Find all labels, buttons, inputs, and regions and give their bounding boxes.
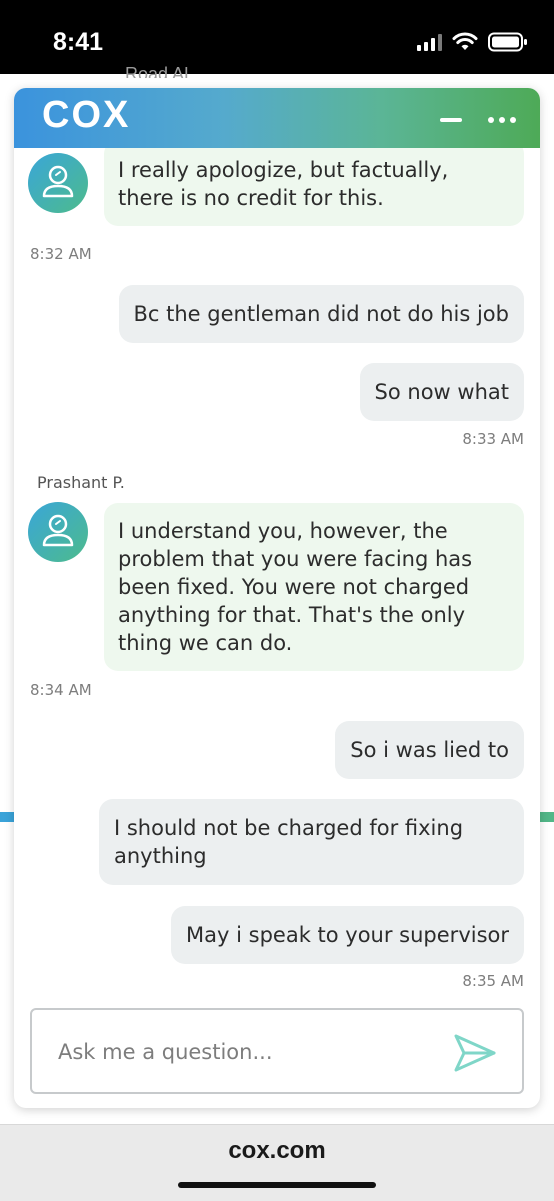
- browser-address-bar[interactable]: cox.com: [0, 1124, 554, 1201]
- wifi-icon: [452, 32, 478, 50]
- agent-name: Prashant P.: [37, 473, 125, 492]
- message-timestamp: 8:34 AM: [30, 681, 92, 699]
- status-bar: 8:41: [0, 0, 554, 74]
- send-icon[interactable]: [452, 1030, 498, 1076]
- message-timestamp: 8:35 AM: [462, 972, 524, 990]
- message-input[interactable]: [56, 1034, 440, 1070]
- chat-widget: COX I really apologize, but factually, t…: [14, 88, 540, 1108]
- agent-message: I understand you, however, the problem t…: [104, 503, 524, 671]
- minimize-button[interactable]: [438, 106, 466, 134]
- background-text: Road AL: [125, 64, 195, 78]
- more-dot-icon: [488, 117, 494, 123]
- cellular-signal-icon: [417, 33, 442, 51]
- cox-logo: COX: [42, 94, 131, 136]
- agent-avatar: [28, 502, 88, 562]
- user-message: I should not be charged for fixing anyth…: [99, 799, 524, 885]
- background-stripe-right: [540, 812, 554, 822]
- message-list[interactable]: I really apologize, but factually, there…: [14, 148, 540, 998]
- agent-avatar: [28, 153, 88, 213]
- user-message: Bc the gentleman did not do his job: [118, 285, 524, 343]
- message-timestamp: 8:33 AM: [462, 430, 524, 448]
- more-dot-icon: [510, 117, 516, 123]
- message-timestamp: 8:32 AM: [30, 245, 92, 263]
- user-message: So now what: [359, 363, 524, 421]
- background-stripe-left: [0, 812, 14, 822]
- agent-message: I really apologize, but factually, there…: [104, 148, 524, 226]
- battery-icon: [488, 32, 527, 52]
- message-input-box: [30, 1008, 524, 1094]
- more-dot-icon: [499, 117, 505, 123]
- more-options-button[interactable]: [484, 106, 520, 134]
- status-icons: [417, 32, 528, 52]
- url-text[interactable]: cox.com: [0, 1137, 554, 1165]
- user-icon: [42, 514, 74, 547]
- chat-header: COX: [14, 88, 540, 148]
- status-time: 8:41: [53, 28, 104, 56]
- home-indicator[interactable]: [178, 1182, 376, 1188]
- user-icon: [42, 165, 74, 198]
- user-message: May i speak to your supervisor: [171, 906, 524, 964]
- user-message: So i was lied to: [335, 721, 524, 779]
